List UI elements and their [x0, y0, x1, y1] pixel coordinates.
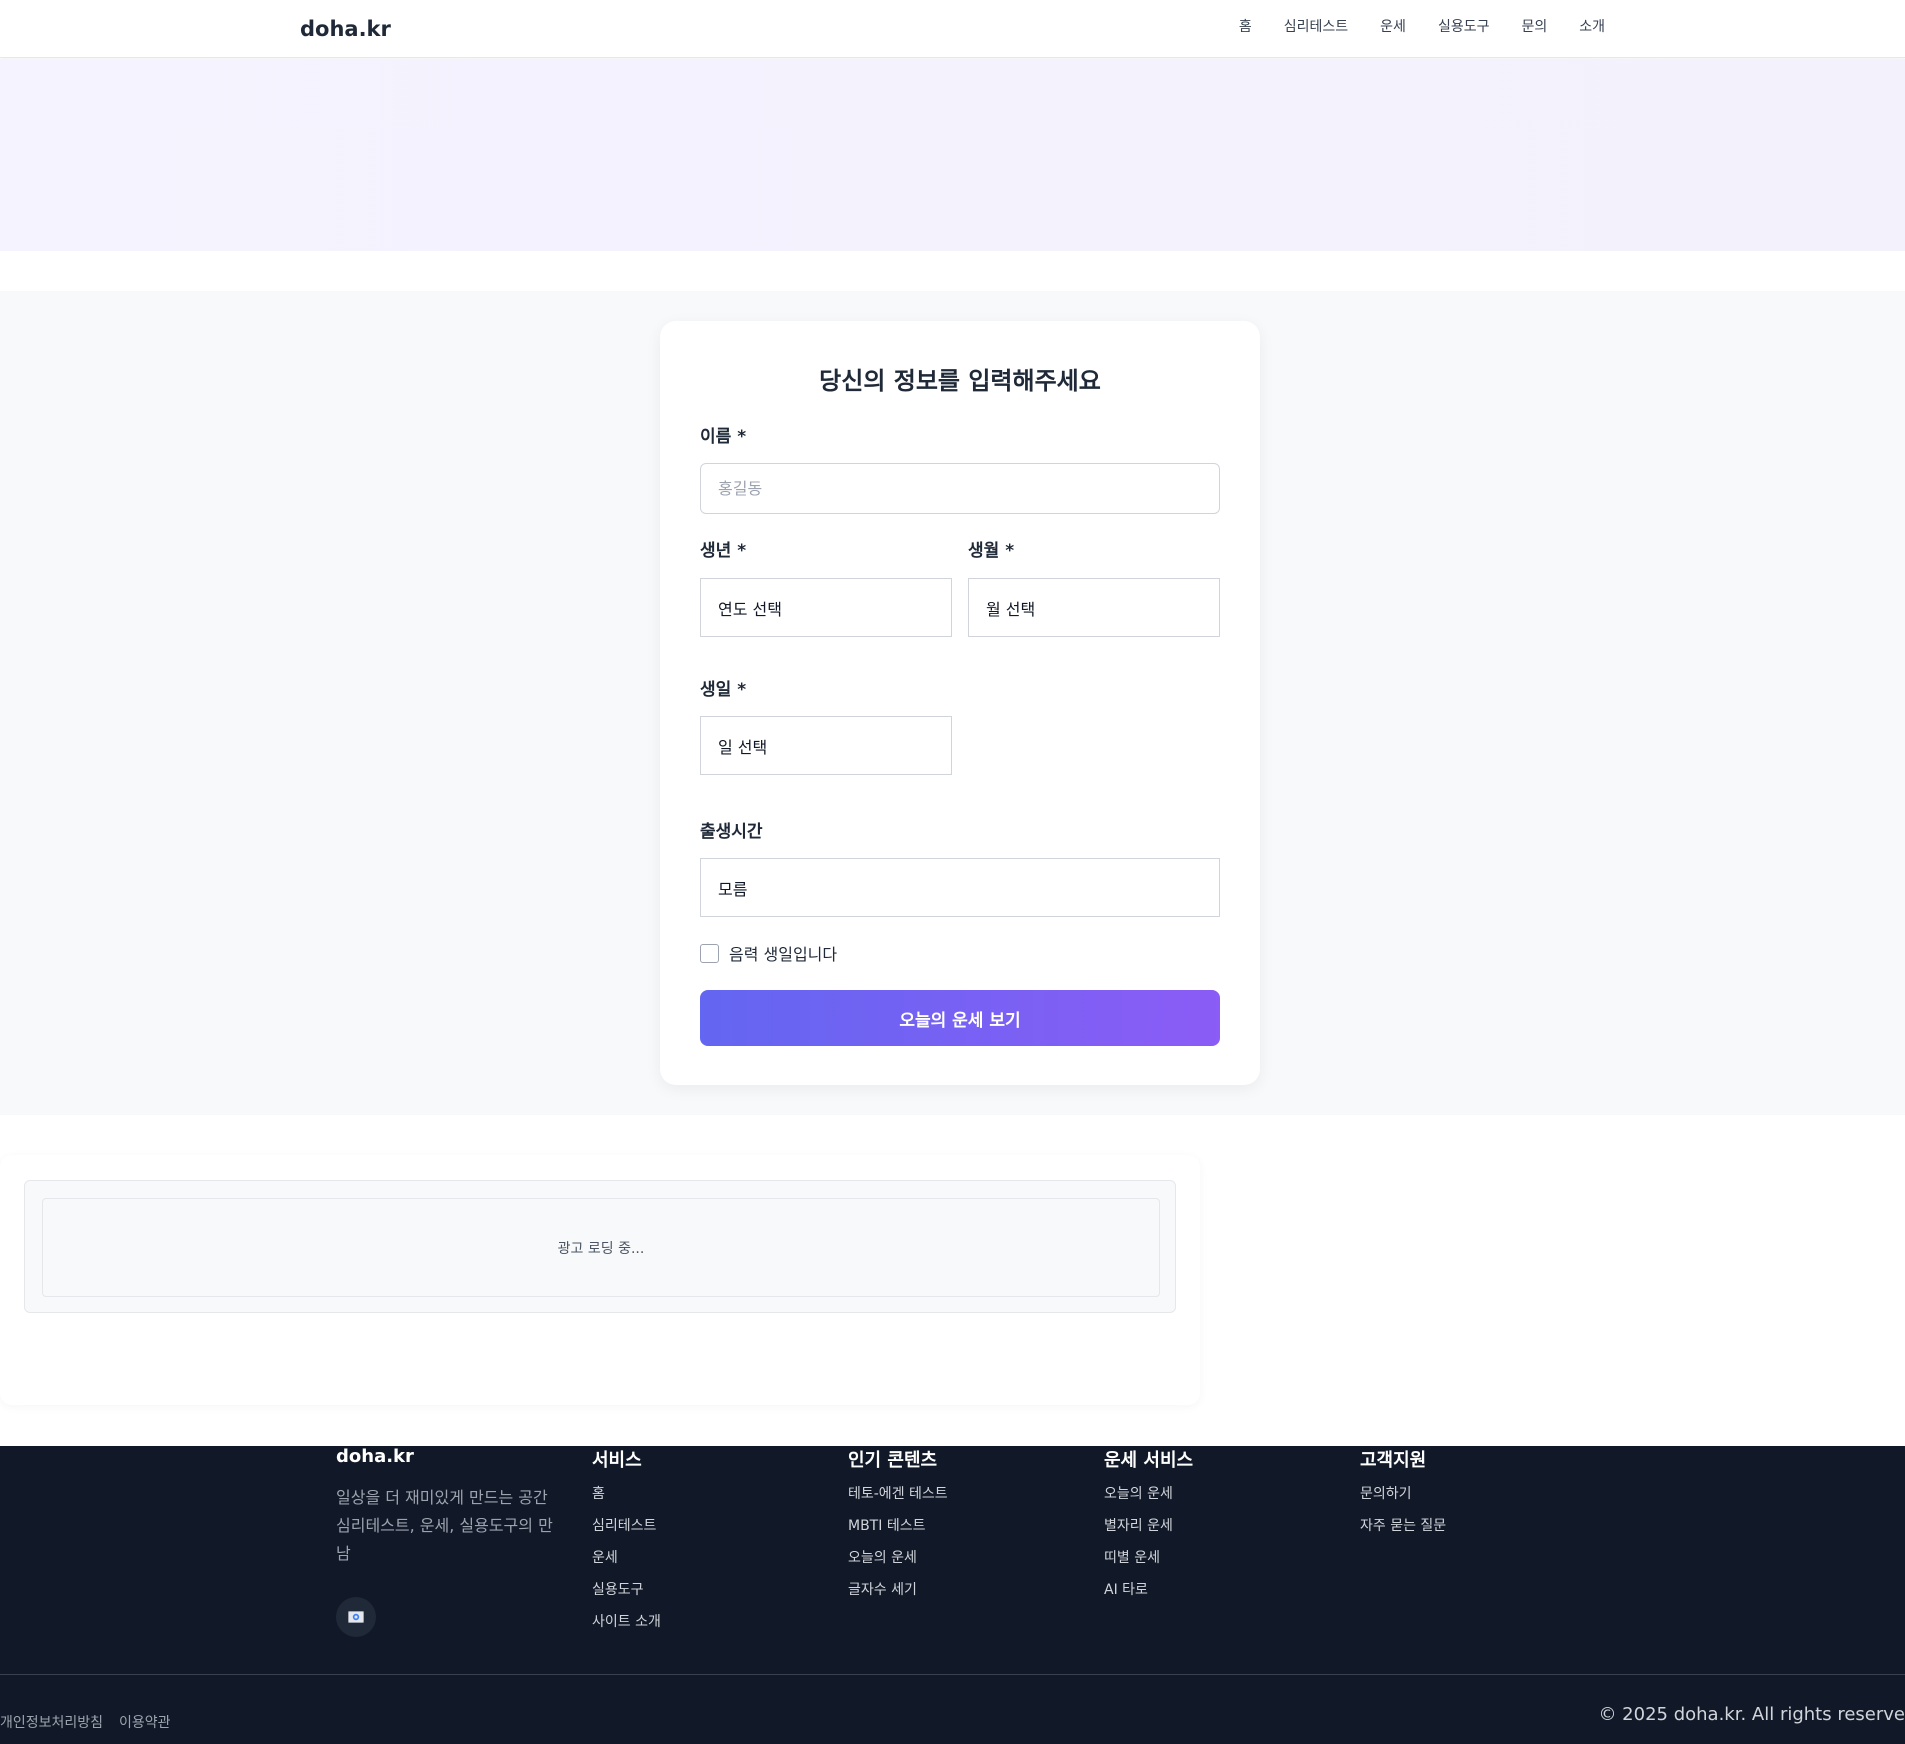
footer-link[interactable]: 별자리 운세: [1104, 1517, 1193, 1549]
birth-time-select[interactable]: 모름: [700, 858, 1220, 917]
privacy-policy-link[interactable]: 개인정보처리방침: [0, 1712, 103, 1732]
copyright-text: © 2025 doha.kr. All rights reserve: [1598, 1704, 1905, 1725]
site-header: doha.kr 홈 심리테스트 운세 실용도구 문의 소개: [0, 0, 1905, 58]
footer-link[interactable]: 글자수 세기: [848, 1581, 948, 1613]
nav-item-fortune[interactable]: 운세: [1380, 16, 1406, 36]
site-logo[interactable]: doha.kr: [300, 17, 391, 41]
main-nav: 홈 심리테스트 운세 실용도구 문의 소개: [1207, 16, 1605, 36]
view-fortune-button[interactable]: 오늘의 운세 보기: [700, 990, 1220, 1046]
name-input[interactable]: [700, 463, 1220, 514]
footer-legal-links: 개인정보처리방침 이용약관: [0, 1712, 171, 1732]
footer-link[interactable]: 테토-에겐 테스트: [848, 1485, 948, 1517]
nav-item-psych-test[interactable]: 심리테스트: [1284, 16, 1348, 36]
footer-link[interactable]: 심리테스트: [592, 1517, 661, 1549]
footer-link[interactable]: 띠별 운세: [1104, 1549, 1193, 1581]
birth-year-label: 생년 *: [700, 541, 747, 561]
name-label: 이름 *: [700, 427, 747, 447]
footer-link[interactable]: 자주 묻는 질문: [1360, 1517, 1446, 1549]
footer-divider: [0, 1674, 1905, 1675]
email-icon[interactable]: [336, 1597, 376, 1637]
fortune-form-card: 당신의 정보를 입력해주세요 이름 * 생년 * 연도 선택 생월 * 월 선택…: [660, 321, 1260, 1085]
birth-year-value: 연도 선택: [718, 599, 782, 619]
birth-time-value: 모름: [718, 879, 748, 899]
footer-link[interactable]: 홈: [592, 1485, 661, 1517]
footer-link[interactable]: 사이트 소개: [592, 1613, 661, 1645]
nav-item-about[interactable]: 소개: [1579, 16, 1605, 36]
footer-column-title: 인기 콘텐츠: [848, 1450, 938, 1471]
terms-link[interactable]: 이용약관: [119, 1712, 171, 1732]
ad-container: 광고 로딩 중...: [0, 1155, 1200, 1405]
footer-column-popular: 인기 콘텐츠 테토-에겐 테스트 MBTI 테스트 오늘의 운세 글자수 세기: [848, 1446, 948, 1613]
footer-link[interactable]: MBTI 테스트: [848, 1517, 948, 1549]
lunar-checkbox-label[interactable]: 음력 생일입니다: [729, 941, 837, 965]
ad-loading-text: 광고 로딩 중...: [557, 1240, 645, 1257]
birth-month-value: 월 선택: [986, 599, 1036, 619]
footer-brand-column: doha.kr 일상을 더 재미있게 만드는 공간 심리테스트, 운세, 실용도…: [336, 1446, 566, 1637]
birth-day-label: 생일 *: [700, 680, 747, 700]
footer-link[interactable]: AI 타로: [1104, 1581, 1193, 1613]
form-title: 당신의 정보를 입력해주세요: [819, 367, 1101, 395]
footer-link[interactable]: 실용도구: [592, 1581, 661, 1613]
footer-link[interactable]: 오늘의 운세: [848, 1549, 948, 1581]
footer-column-fortune: 운세 서비스 오늘의 운세 별자리 운세 띠별 운세 AI 타로: [1104, 1446, 1193, 1613]
ad-frame: 광고 로딩 중...: [24, 1180, 1176, 1313]
nav-item-home[interactable]: 홈: [1239, 16, 1252, 36]
nav-item-contact[interactable]: 문의: [1521, 16, 1547, 36]
footer-column-title: 고객지원: [1360, 1450, 1427, 1471]
footer-link[interactable]: 운세: [592, 1549, 661, 1581]
birth-month-select[interactable]: 월 선택: [968, 578, 1220, 637]
birth-day-value: 일 선택: [718, 737, 768, 757]
footer-column-services: 서비스 홈 심리테스트 운세 실용도구 사이트 소개: [592, 1446, 661, 1645]
hero-banner: [0, 59, 1905, 251]
footer-description: 일상을 더 재미있게 만드는 공간 심리테스트, 운세, 실용도구의 만남: [336, 1488, 553, 1563]
footer-link[interactable]: 오늘의 운세: [1104, 1485, 1193, 1517]
footer-link[interactable]: 문의하기: [1360, 1485, 1446, 1517]
birth-time-label: 출생시간: [700, 822, 763, 842]
footer-column-title: 운세 서비스: [1104, 1450, 1194, 1471]
lunar-birthday-row[interactable]: 음력 생일입니다: [700, 941, 837, 965]
birth-year-select[interactable]: 연도 선택: [700, 578, 952, 637]
footer-column-title: 서비스: [592, 1450, 642, 1471]
birth-day-select[interactable]: 일 선택: [700, 716, 952, 775]
footer-column-support: 고객지원 문의하기 자주 묻는 질문: [1360, 1446, 1446, 1549]
ad-placeholder: 광고 로딩 중...: [42, 1198, 1160, 1297]
nav-item-tools[interactable]: 실용도구: [1438, 16, 1490, 36]
footer-brand[interactable]: doha.kr: [336, 1446, 566, 1467]
lunar-checkbox[interactable]: [700, 943, 719, 963]
birth-month-label: 생월 *: [968, 541, 1015, 561]
site-footer: doha.kr 일상을 더 재미있게 만드는 공간 심리테스트, 운세, 실용도…: [0, 1446, 1905, 1744]
